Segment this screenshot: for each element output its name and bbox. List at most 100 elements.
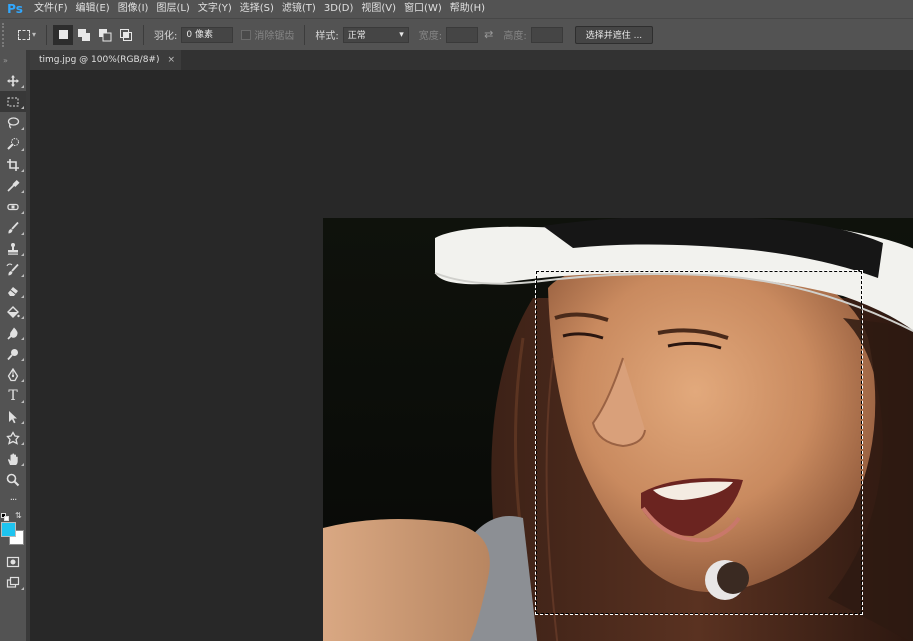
- select-and-mask-button[interactable]: 选择并遮住 ...: [574, 25, 654, 44]
- tools-panel: » T ··· ⇅: [0, 50, 26, 641]
- crop-icon: [7, 158, 19, 171]
- screen-mode-icon: [6, 576, 20, 588]
- height-label: 高度:: [503, 31, 527, 42]
- history-brush-tool[interactable]: [0, 259, 26, 280]
- menu-view[interactable]: 视图(V): [357, 0, 400, 18]
- bandage-icon: [7, 203, 19, 210]
- brush-icon: [8, 221, 19, 233]
- pen-tool[interactable]: [0, 364, 26, 385]
- menu-file[interactable]: 文件(F): [30, 0, 72, 18]
- eraser-icon: [8, 286, 18, 296]
- document-tab[interactable]: timg.jpg @ 100%(RGB/8#) ×: [30, 50, 182, 70]
- add-to-selection-button[interactable]: [74, 25, 94, 45]
- chevron-down-icon: ▾: [399, 29, 404, 40]
- style-select-value: 正常: [347, 31, 366, 41]
- menu-3d[interactable]: 3D(D): [320, 0, 358, 18]
- type-icon: T: [8, 387, 18, 404]
- height-input[interactable]: [530, 26, 563, 43]
- close-icon[interactable]: ×: [167, 55, 175, 65]
- menu-bar: Ps 文件(F) 编辑(E) 图像(I) 图层(L) 文字(Y) 选择(S) 滤…: [0, 0, 913, 18]
- rectangular-marquee-icon: [7, 97, 19, 106]
- menu-edit[interactable]: 编辑(E): [72, 0, 114, 18]
- custom-shape-tool[interactable]: [0, 427, 26, 448]
- swap-dimensions-icon[interactable]: ⇄: [484, 28, 493, 41]
- menu-help[interactable]: 帮助(H): [446, 0, 489, 18]
- new-selection-button[interactable]: [53, 24, 73, 45]
- arrow-pointer-icon: [9, 410, 17, 423]
- more-icon: ···: [9, 494, 17, 506]
- marquee-selection[interactable]: [535, 270, 863, 615]
- screen-mode-button[interactable]: [0, 572, 26, 593]
- default-colors-icon[interactable]: [1, 513, 9, 521]
- antialias-label: 消除锯齿: [254, 31, 295, 42]
- move-tool[interactable]: [0, 70, 26, 91]
- move-icon: [7, 74, 19, 87]
- quick-mask-mode-button[interactable]: [0, 551, 26, 572]
- intersect-selection-button[interactable]: [116, 25, 136, 45]
- document-tab-title: timg.jpg @ 100%(RGB/8#): [39, 55, 160, 65]
- tool-preset-picker[interactable]: ▾: [14, 25, 40, 45]
- foreground-color-swatch[interactable]: [1, 522, 16, 537]
- dodge-icon: [7, 348, 18, 360]
- spot-healing-tool[interactable]: [0, 196, 26, 217]
- width-input[interactable]: [446, 26, 479, 43]
- new-selection-icon: [58, 30, 68, 39]
- feather-input[interactable]: 0 像素: [181, 26, 234, 43]
- tools-panel-collapse-icon[interactable]: »: [0, 50, 26, 70]
- feather-label: 羽化:: [154, 31, 178, 42]
- add-selection-icon: [78, 28, 90, 41]
- zoom-tool[interactable]: [0, 469, 26, 490]
- subtract-selection-icon: [99, 28, 112, 41]
- menu-image[interactable]: 图像(I): [114, 0, 153, 18]
- hand-icon: [8, 453, 18, 465]
- stamp-icon: [8, 242, 18, 255]
- swap-colors-icon[interactable]: ⇅: [15, 511, 22, 520]
- menu-type[interactable]: 文字(Y): [194, 0, 236, 18]
- lasso-icon: [7, 116, 20, 129]
- eyedropper-tool[interactable]: [0, 175, 26, 196]
- magnifier-icon: [6, 473, 20, 486]
- divider: [143, 24, 144, 45]
- divider: [46, 24, 47, 45]
- style-label: 样式:: [315, 31, 339, 42]
- intersect-selection-icon: [120, 28, 132, 41]
- chevron-down-icon: ▾: [31, 30, 36, 39]
- document-tab-bar: timg.jpg @ 100%(RGB/8#) ×: [30, 50, 913, 70]
- quick-selection-icon: [7, 137, 19, 150]
- dodge-tool[interactable]: [0, 343, 26, 364]
- menu-window[interactable]: 窗口(W): [400, 0, 446, 18]
- menu-select[interactable]: 选择(S): [236, 0, 278, 18]
- canvas-area[interactable]: [30, 70, 913, 641]
- custom-shape-icon: [6, 430, 20, 445]
- eyedropper-icon: [7, 179, 20, 192]
- history-brush-icon: [6, 263, 19, 275]
- path-selection-tool[interactable]: [0, 406, 26, 427]
- subtract-from-selection-button[interactable]: [95, 25, 115, 45]
- menu-filter[interactable]: 滤镜(T): [278, 0, 320, 18]
- more-tools-button[interactable]: ···: [0, 490, 26, 511]
- quick-selection-tool[interactable]: [0, 133, 26, 154]
- type-tool[interactable]: T: [0, 385, 26, 406]
- divider: [304, 24, 306, 45]
- style-select[interactable]: 正常 ▾: [342, 26, 409, 43]
- paint-bucket-icon: [7, 305, 20, 318]
- drop-icon: [7, 327, 18, 340]
- rectangular-marquee-icon: [17, 29, 30, 40]
- blur-tool[interactable]: [0, 322, 26, 343]
- eraser-tool[interactable]: [0, 280, 26, 301]
- clone-stamp-tool[interactable]: [0, 238, 26, 259]
- quick-mask-icon: [6, 556, 20, 567]
- hand-tool[interactable]: [0, 448, 26, 469]
- antialias-checkbox[interactable]: [241, 29, 252, 40]
- brush-tool[interactable]: [0, 217, 26, 238]
- width-label: 宽度:: [418, 31, 443, 42]
- rectangular-marquee-tool[interactable]: [0, 91, 26, 112]
- lasso-tool[interactable]: [0, 112, 26, 133]
- pen-icon: [7, 367, 19, 381]
- photoshop-logo: Ps: [7, 2, 23, 16]
- menu-layer[interactable]: 图层(L): [152, 0, 193, 18]
- crop-tool[interactable]: [0, 154, 26, 175]
- options-bar-grip[interactable]: [2, 22, 8, 47]
- color-swatches: ⇅: [0, 511, 26, 551]
- paint-bucket-tool[interactable]: [0, 301, 26, 322]
